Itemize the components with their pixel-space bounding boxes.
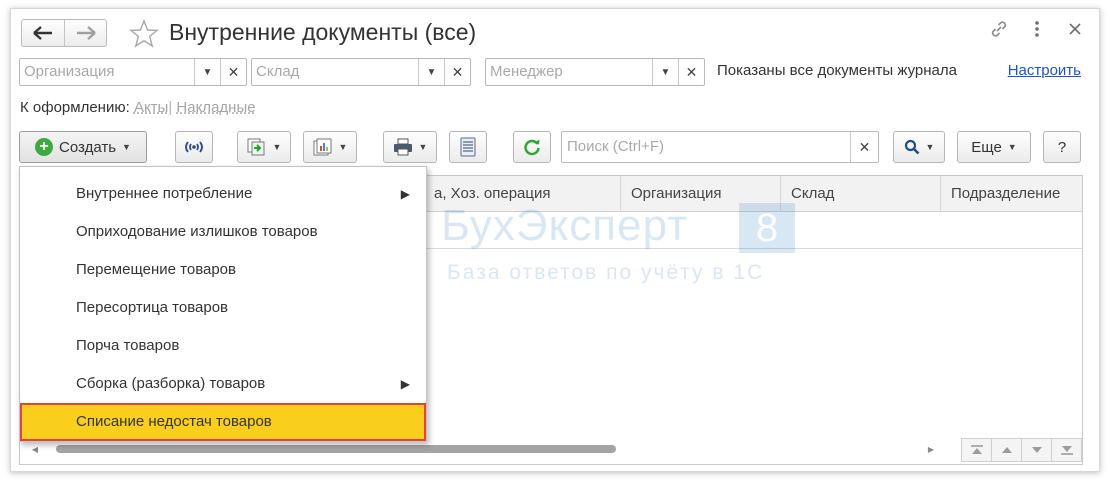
setup-link[interactable]: Настроить: [1008, 62, 1081, 79]
menu-item-label: Пересортица товаров: [76, 299, 229, 316]
search-input[interactable]: Поиск (Ctrl+F) ✕: [561, 131, 879, 163]
chevron-down-icon: ▼: [925, 142, 935, 152]
more-button[interactable]: Еще ▼: [957, 131, 1031, 163]
warehouse-input[interactable]: Склад: [252, 59, 418, 85]
menu-item-goods-transfer[interactable]: Перемещение товаров: [20, 251, 426, 289]
create-label: Создать: [59, 138, 117, 156]
journal-note: Показаны все документы журнала: [717, 62, 957, 79]
scroll-to-bottom-icon[interactable]: [1051, 438, 1082, 462]
print-button[interactable]: ▼: [383, 131, 437, 163]
submenu-arrow-icon: ▶: [400, 187, 410, 201]
chevron-down-icon: ▼: [338, 142, 348, 152]
chevron-down-icon: ▼: [418, 142, 428, 152]
menu-item-label: Перемещение товаров: [76, 261, 236, 278]
create-based-on-button[interactable]: ▼: [237, 131, 291, 163]
arrow-right-icon: [76, 26, 96, 40]
scroll-down-icon[interactable]: [1021, 438, 1052, 462]
forward-button[interactable]: [64, 20, 106, 46]
arrow-left-icon: [33, 26, 52, 40]
submenu-arrow-icon: ▶: [400, 377, 410, 391]
refresh-icon: [524, 139, 540, 156]
more-label: Еще: [971, 138, 1002, 156]
scroll-to-top-icon[interactable]: [961, 438, 992, 462]
refresh-button[interactable]: [513, 131, 551, 163]
search-icon: [904, 139, 919, 155]
chevron-down-icon: ▼: [272, 142, 282, 152]
search-button[interactable]: ▼: [893, 131, 945, 163]
printer-icon: [393, 138, 412, 156]
menu-item-regrading[interactable]: Пересортица товаров: [20, 289, 426, 327]
close-icon[interactable]: [1065, 23, 1085, 35]
column-header-department[interactable]: Подразделение: [941, 176, 1084, 212]
main-window: Внутренние документы (все) Организация ▼…: [10, 8, 1100, 472]
clear-icon[interactable]: ✕: [850, 132, 878, 162]
reports-button[interactable]: ▼: [303, 131, 357, 163]
help-button[interactable]: ?: [1043, 131, 1081, 163]
menu-item-label: Сборка (разборка) товаров: [76, 375, 266, 392]
journal-button[interactable]: [449, 131, 487, 163]
todo-line: К оформлению: Акты| Накладные: [20, 99, 256, 116]
chevron-down-icon: ▼: [122, 142, 131, 152]
chevron-down-icon: ▼: [1007, 142, 1017, 152]
menu-item-label: Оприходование излишков товаров: [76, 223, 318, 240]
todo-separator: |: [168, 99, 173, 116]
manager-input[interactable]: Менеджер: [486, 59, 652, 85]
scroll-thumb[interactable]: [56, 445, 616, 453]
scroll-track[interactable]: [42, 444, 924, 454]
column-header-organization[interactable]: Организация: [621, 176, 781, 212]
link-icon[interactable]: [989, 19, 1009, 39]
scroll-left-icon[interactable]: ◀: [28, 445, 42, 454]
invoices-link[interactable]: Накладные: [176, 99, 255, 116]
menu-item-shortage-writeoff[interactable]: Списание недостач товаров: [20, 403, 426, 441]
menu-item-assembly[interactable]: Сборка (разборка) товаров ▶: [20, 365, 426, 403]
menu-item-label: Списание недостач товаров: [76, 413, 272, 430]
create-based-on-icon: [247, 138, 265, 156]
clear-icon[interactable]: ✕: [678, 59, 704, 85]
title-actions: [989, 19, 1085, 39]
journal-icon: [460, 137, 476, 157]
horizontal-scrollbar[interactable]: ◀ ▶: [28, 442, 938, 456]
page-title: Внутренние документы (все): [169, 19, 477, 45]
back-button[interactable]: [22, 20, 64, 46]
column-header-operation[interactable]: а, Хоз. операция: [424, 176, 621, 212]
search-placeholder[interactable]: Поиск (Ctrl+F): [562, 132, 850, 162]
chevron-down-icon[interactable]: ▼: [418, 59, 444, 85]
todo-label: К оформлению:: [20, 99, 130, 116]
organization-input[interactable]: Организация: [20, 59, 194, 85]
scroll-up-icon[interactable]: [991, 438, 1022, 462]
more-icon[interactable]: [1027, 20, 1047, 38]
clear-icon[interactable]: ✕: [444, 59, 470, 85]
clear-icon[interactable]: ✕: [220, 59, 246, 85]
create-button[interactable]: + Создать ▼: [19, 131, 147, 163]
acts-link[interactable]: Акты: [134, 99, 168, 116]
report-icon: [313, 138, 332, 156]
scroll-right-icon[interactable]: ▶: [924, 445, 938, 454]
exchange-icon: [185, 141, 203, 153]
nav-group: [21, 19, 107, 47]
list-pager: [961, 438, 1082, 462]
help-label: ?: [1057, 138, 1067, 156]
menu-item-internal-consumption[interactable]: Внутреннее потребление ▶: [20, 175, 426, 213]
plus-icon: +: [35, 138, 54, 156]
menu-item-surplus-receipt[interactable]: Оприходование излишков товаров: [20, 213, 426, 251]
chevron-down-icon[interactable]: ▼: [194, 59, 220, 85]
organization-filter[interactable]: Организация ▼ ✕: [19, 58, 247, 86]
menu-item-label: Порча товаров: [76, 337, 180, 354]
menu-item-spoilage[interactable]: Порча товаров: [20, 327, 426, 365]
menu-item-label: Внутреннее потребление: [76, 185, 253, 202]
create-menu: Внутреннее потребление ▶ Оприходование и…: [19, 166, 427, 442]
chevron-down-icon[interactable]: ▼: [652, 59, 678, 85]
warehouse-filter[interactable]: Склад ▼ ✕: [251, 58, 471, 86]
column-header-warehouse[interactable]: Склад: [781, 176, 941, 212]
manager-filter[interactable]: Менеджер ▼ ✕: [485, 58, 705, 86]
favorite-star-icon[interactable]: [129, 19, 159, 49]
exchange-button[interactable]: [175, 131, 213, 163]
